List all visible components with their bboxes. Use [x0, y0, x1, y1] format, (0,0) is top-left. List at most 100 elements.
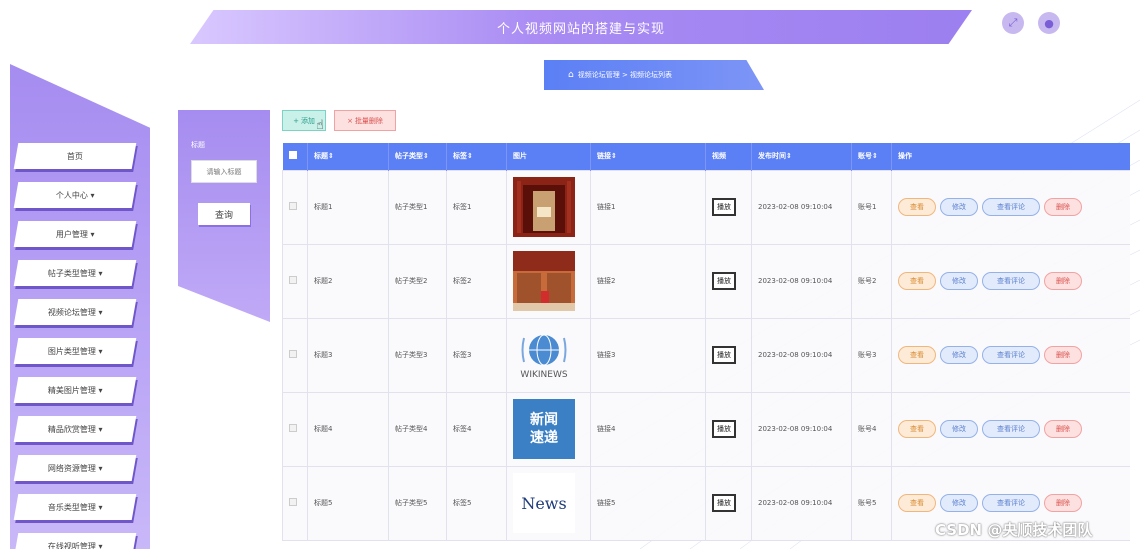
- play-button[interactable]: 播放: [712, 272, 736, 290]
- view-comments-button[interactable]: 查看评论: [982, 420, 1040, 438]
- sidebar-item-image-types[interactable]: 图片类型管理 ▾: [13, 338, 137, 364]
- cell-account: 账号3: [851, 317, 892, 393]
- view-button[interactable]: 查看: [898, 420, 936, 438]
- play-button[interactable]: 播放: [712, 198, 736, 216]
- cell-tag: 标签4: [446, 391, 507, 467]
- home-icon[interactable]: ⌂: [568, 70, 574, 80]
- post-image[interactable]: WIKINEWS: [513, 325, 575, 385]
- batch-delete-button[interactable]: × 批量删除: [334, 110, 396, 131]
- delete-button[interactable]: 删除: [1044, 494, 1082, 512]
- watermark: CSDN @央顺技术团队: [935, 521, 1093, 539]
- cell-tag: 标签5: [446, 465, 507, 541]
- view-comments-button[interactable]: 查看评论: [982, 272, 1040, 290]
- image-caption: News: [521, 493, 567, 513]
- sidebar-item-online-av[interactable]: 在线视听管理 ▾: [13, 533, 137, 549]
- user-avatar-icon[interactable]: ●: [1038, 12, 1060, 34]
- play-button[interactable]: 播放: [712, 346, 736, 364]
- edit-button[interactable]: 修改: [940, 272, 978, 290]
- sidebar-item-appreciation[interactable]: 精品欣赏管理 ▾: [13, 416, 137, 442]
- row-checkbox[interactable]: [289, 202, 297, 210]
- col-video: 视频: [705, 143, 752, 170]
- fullscreen-icon[interactable]: ⤢: [1002, 12, 1024, 34]
- col-time[interactable]: 发布时间⇕: [751, 143, 852, 170]
- post-image[interactable]: News: [513, 473, 575, 533]
- delete-button[interactable]: 删除: [1044, 272, 1082, 290]
- sidebar-item-post-types[interactable]: 帖子类型管理 ▾: [13, 260, 137, 286]
- delete-button[interactable]: 删除: [1044, 420, 1082, 438]
- col-account[interactable]: 账号⇕: [851, 143, 892, 170]
- sidebar-item-music-types[interactable]: 音乐类型管理 ▾: [13, 494, 137, 520]
- col-type[interactable]: 帖子类型⇕: [388, 143, 447, 170]
- table-row: 标题2 帖子类型2 标签2 链接2 播放 2023-02-08 09:10:04…: [282, 243, 1130, 319]
- table-row: 标题4 帖子类型4 标签4 新闻速递 链接4 播放 2023-02-08 09:…: [282, 391, 1130, 467]
- view-button[interactable]: 查看: [898, 494, 936, 512]
- search-label: 标题: [191, 141, 205, 149]
- search-panel: 标题 请输入标题 查询: [178, 110, 270, 322]
- col-link[interactable]: 链接⇕: [590, 143, 706, 170]
- cell-type: 帖子类型1: [388, 169, 447, 245]
- view-comments-button[interactable]: 查看评论: [982, 198, 1040, 216]
- cell-link: 链接5: [590, 465, 706, 541]
- play-button[interactable]: 播放: [712, 494, 736, 512]
- col-image: 图片: [506, 143, 591, 170]
- row-checkbox[interactable]: [289, 498, 297, 506]
- cell-title: 标题1: [307, 169, 389, 245]
- cell-account: 账号1: [851, 169, 892, 245]
- cell-link: 链接2: [590, 243, 706, 319]
- search-input[interactable]: 请输入标题: [191, 160, 257, 183]
- edit-button[interactable]: 修改: [940, 420, 978, 438]
- cell-account: 账号4: [851, 391, 892, 467]
- app-header: 个人视频网站的搭建与实现: [190, 10, 972, 44]
- col-tag[interactable]: 标签⇕: [446, 143, 507, 170]
- cell-tag: 标签3: [446, 317, 507, 393]
- select-all-checkbox[interactable]: [282, 143, 308, 170]
- search-button[interactable]: 查询: [198, 203, 250, 225]
- cell-time: 2023-02-08 09:10:04: [751, 317, 852, 393]
- row-checkbox[interactable]: [289, 350, 297, 358]
- play-button[interactable]: 播放: [712, 420, 736, 438]
- cell-type: 帖子类型4: [388, 391, 447, 467]
- app-title: 个人视频网站的搭建与实现: [496, 21, 665, 37]
- sidebar-item-video-forum[interactable]: 视频论坛管理 ▾: [13, 299, 137, 325]
- post-image[interactable]: [513, 251, 575, 311]
- view-button[interactable]: 查看: [898, 272, 936, 290]
- cell-title: 标题4: [307, 391, 389, 467]
- cell-title: 标题3: [307, 317, 389, 393]
- row-checkbox[interactable]: [289, 276, 297, 284]
- edit-button[interactable]: 修改: [940, 346, 978, 364]
- edit-button[interactable]: 修改: [940, 198, 978, 216]
- post-image[interactable]: [513, 177, 575, 237]
- globe-icon: [521, 334, 567, 366]
- plus-icon: +: [293, 116, 299, 125]
- col-title[interactable]: 标题⇕: [307, 143, 389, 170]
- edit-button[interactable]: 修改: [940, 494, 978, 512]
- close-icon: ×: [347, 116, 353, 125]
- sidebar-item-images[interactable]: 精美图片管理 ▾: [13, 377, 137, 403]
- sidebar-item-users[interactable]: 用户管理 ▾: [13, 221, 137, 247]
- cell-time: 2023-02-08 09:10:04: [751, 465, 852, 541]
- cell-time: 2023-02-08 09:10:04: [751, 243, 852, 319]
- view-button[interactable]: 查看: [898, 346, 936, 364]
- cell-title: 标题2: [307, 243, 389, 319]
- cell-link: 链接1: [590, 169, 706, 245]
- sidebar-item-profile[interactable]: 个人中心 ▾: [13, 182, 137, 208]
- row-checkbox[interactable]: [289, 424, 297, 432]
- sidebar-item-resources[interactable]: 网络资源管理 ▾: [13, 455, 137, 481]
- sidebar-item-home[interactable]: 首页: [13, 143, 137, 169]
- cell-type: 帖子类型5: [388, 465, 447, 541]
- col-actions: 操作: [891, 143, 1130, 170]
- view-button[interactable]: 查看: [898, 198, 936, 216]
- cell-tag: 标签1: [446, 169, 507, 245]
- table-row: 标题3 帖子类型3 标签3 WIKINEWS 链接3 播放 2023-02-08…: [282, 317, 1130, 393]
- delete-button[interactable]: 删除: [1044, 346, 1082, 364]
- delete-button[interactable]: 删除: [1044, 198, 1082, 216]
- cell-tag: 标签2: [446, 243, 507, 319]
- pointer-cursor-icon: ☝: [316, 118, 324, 133]
- cell-time: 2023-02-08 09:10:04: [751, 391, 852, 467]
- cell-link: 链接3: [590, 317, 706, 393]
- post-image[interactable]: 新闻速递: [513, 399, 575, 459]
- table-row: 标题1 帖子类型1 标签1 链接1 播放 2023-02-08 09:10:04…: [282, 169, 1130, 245]
- view-comments-button[interactable]: 查看评论: [982, 346, 1040, 364]
- view-comments-button[interactable]: 查看评论: [982, 494, 1040, 512]
- cell-title: 标题5: [307, 465, 389, 541]
